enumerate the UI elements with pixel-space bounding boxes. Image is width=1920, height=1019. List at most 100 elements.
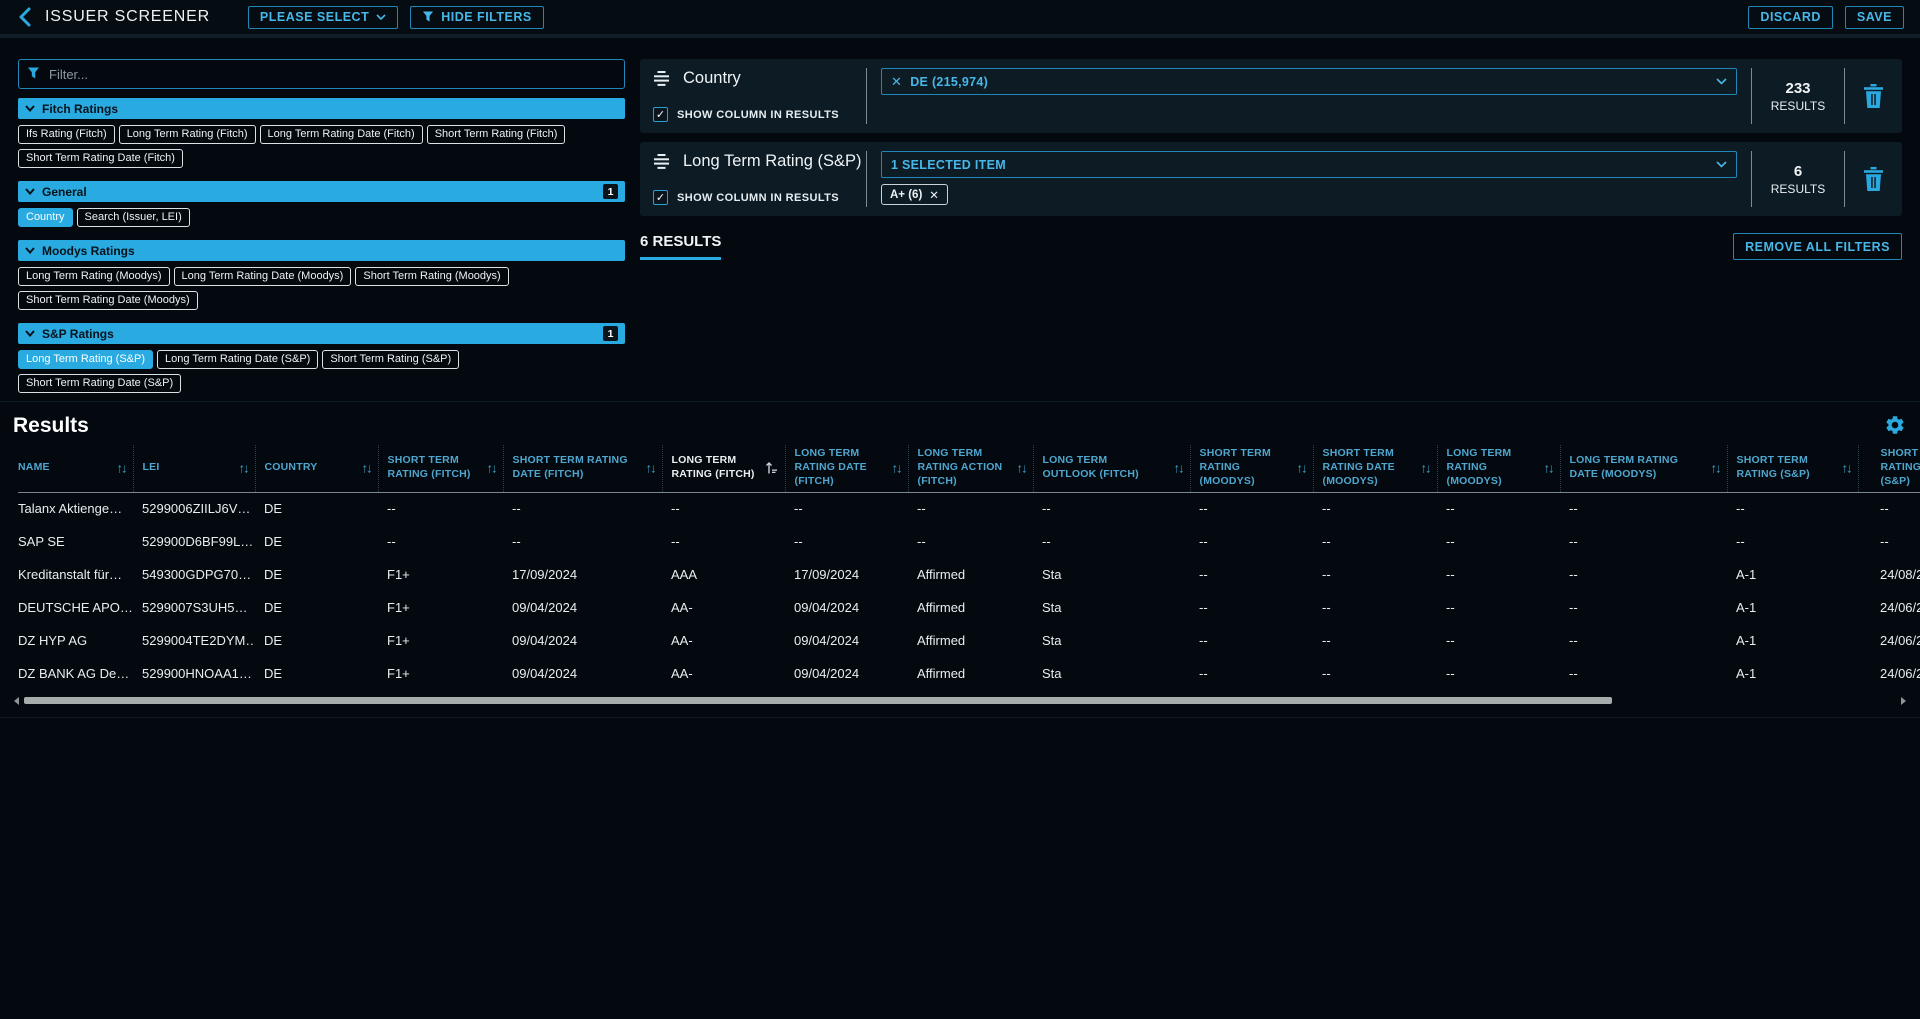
table-row[interactable]: DZ BANK AG De…529900HNOAA1…DEF1+09/04/20… <box>18 657 1920 690</box>
show-column-toggle[interactable]: ✓ SHOW COLUMN IN RESULTS <box>653 190 866 205</box>
cell: -- <box>1190 558 1313 591</box>
sort-ascending-icon[interactable] <box>765 462 778 475</box>
column-header[interactable]: LONG TERM RATING (MOODYS)↑↓ <box>1437 445 1560 492</box>
scrollbar-handle[interactable] <box>24 697 1612 704</box>
column-header[interactable]: SHORT TERM RATING DATE (S&P) <box>1858 445 1920 492</box>
divider <box>866 151 867 207</box>
column-header[interactable]: LONG TERM OUTLOOK (FITCH)↑↓ <box>1033 445 1190 492</box>
country-selection-dropdown[interactable]: ✕ DE (215,974) <box>881 68 1737 95</box>
back-button[interactable] <box>16 5 33 29</box>
divider <box>1844 151 1845 207</box>
filter-chip[interactable]: Long Term Rating Date (Moodys) <box>174 267 352 286</box>
section-chips-sp: Long Term Rating (S&P)Long Term Rating D… <box>18 350 625 398</box>
remove-chip-icon[interactable]: ✕ <box>929 188 939 202</box>
results-count-tab[interactable]: 6 RESULTS <box>640 233 721 260</box>
sort-icon[interactable]: ↑↓ <box>117 460 126 477</box>
chevron-down-icon <box>25 330 35 337</box>
show-column-toggle[interactable]: ✓ SHOW COLUMN IN RESULTS <box>653 107 866 122</box>
filter-chip[interactable]: Short Term Rating Date (S&P) <box>18 374 181 393</box>
preset-select-dropdown[interactable]: PLEASE SELECT <box>248 6 398 29</box>
section-header-sp-ratings[interactable]: S&P Ratings 1 <box>18 323 625 344</box>
cell: Sta <box>1033 624 1190 657</box>
table-row[interactable]: Talanx Aktienge…5299006ZIILJ6V…DE-------… <box>18 492 1920 525</box>
filter-chip[interactable]: Short Term Rating (Fitch) <box>427 125 566 144</box>
filter-chip[interactable]: Short Term Rating (Moodys) <box>355 267 508 286</box>
sort-icon[interactable]: ↑↓ <box>1421 460 1430 477</box>
drag-handle-icon[interactable] <box>653 154 670 169</box>
delete-filter-button[interactable] <box>1845 142 1902 216</box>
filter-chip[interactable]: Search (Issuer, LEI) <box>77 208 190 227</box>
checkbox-checked-icon[interactable]: ✓ <box>653 190 668 205</box>
discard-button[interactable]: DISCARD <box>1748 6 1832 29</box>
sort-icon[interactable]: ↑↓ <box>239 460 248 477</box>
filter-chip[interactable]: Short Term Rating Date (Fitch) <box>18 149 183 168</box>
column-header[interactable]: SHORT TERM RATING DATE (FITCH)↑↓ <box>503 445 662 492</box>
sort-icon[interactable]: ↑↓ <box>1017 460 1026 477</box>
save-button[interactable]: SAVE <box>1845 6 1904 29</box>
sort-icon[interactable]: ↑↓ <box>892 460 901 477</box>
selected-value-chip[interactable]: A+ (6) ✕ <box>881 184 948 205</box>
chevron-down-icon <box>376 14 386 20</box>
filter-chip[interactable]: Short Term Rating Date (Moodys) <box>18 291 198 310</box>
sort-icon[interactable]: ↑↓ <box>487 460 496 477</box>
horizontal-scrollbar[interactable] <box>14 696 1906 705</box>
drag-handle-icon[interactable] <box>653 71 670 86</box>
table-row[interactable]: DEUTSCHE APO…5299007S3UH5…DEF1+09/04/202… <box>18 591 1920 624</box>
cell: -- <box>1437 591 1560 624</box>
column-header-lei[interactable]: LEI↑↓ <box>133 445 255 492</box>
cell: -- <box>1190 624 1313 657</box>
column-header[interactable]: LONG TERM RATING DATE (FITCH)↑↓ <box>785 445 908 492</box>
sort-icon[interactable]: ↑↓ <box>1711 460 1720 477</box>
remove-selection-icon[interactable]: ✕ <box>891 75 902 88</box>
table-row[interactable]: SAP SE529900D6BF99L…DE------------------… <box>18 525 1920 558</box>
column-header-name[interactable]: NAME↑↓ <box>18 445 133 492</box>
filter-chip[interactable]: Long Term Rating (Fitch) <box>119 125 256 144</box>
section-header-fitch-ratings[interactable]: Fitch Ratings <box>18 98 625 119</box>
column-header[interactable]: SHORT TERM RATING (MOODYS)↑↓ <box>1190 445 1313 492</box>
table-row[interactable]: DZ HYP AG5299004TE2DYM…DEF1+09/04/2024AA… <box>18 624 1920 657</box>
filter-chip[interactable]: Long Term Rating Date (Fitch) <box>260 125 423 144</box>
table-settings-button[interactable] <box>1884 414 1906 436</box>
filter-chip-active[interactable]: Country <box>18 208 73 227</box>
column-header-country[interactable]: COUNTRY↑↓ <box>255 445 378 492</box>
cell: A-1 <box>1727 657 1858 690</box>
scroll-right-arrow-icon[interactable] <box>1901 697 1906 705</box>
sort-icon[interactable]: ↑↓ <box>1842 460 1851 477</box>
column-header[interactable]: SHORT TERM RATING (S&P)↑↓ <box>1727 445 1858 492</box>
cell-name: Talanx Aktienge… <box>18 492 133 525</box>
section-header-general[interactable]: General 1 <box>18 181 625 202</box>
sort-icon[interactable]: ↑↓ <box>646 460 655 477</box>
column-header[interactable]: LONG TERM RATING DATE (MOODYS)↑↓ <box>1560 445 1727 492</box>
remove-all-filters-button[interactable]: REMOVE ALL FILTERS <box>1733 233 1902 260</box>
hide-filters-button[interactable]: HIDE FILTERS <box>410 6 544 29</box>
sort-icon[interactable]: ↑↓ <box>1174 460 1183 477</box>
delete-filter-button[interactable] <box>1845 59 1902 133</box>
column-header[interactable]: SHORT TERM RATING DATE (MOODYS)↑↓ <box>1313 445 1437 492</box>
section-header-moodys-ratings[interactable]: Moodys Ratings <box>18 240 625 261</box>
filter-chip[interactable]: Long Term Rating (Moodys) <box>18 267 170 286</box>
scroll-left-arrow-icon[interactable] <box>14 697 19 705</box>
filter-chip[interactable]: Short Term Rating (S&P) <box>322 350 459 369</box>
filter-chip-active[interactable]: Long Term Rating (S&P) <box>18 350 153 369</box>
sort-icon[interactable]: ↑↓ <box>1544 460 1553 477</box>
results-table: NAME↑↓ LEI↑↓ COUNTRY↑↓ SHORT TERM RATING… <box>0 445 1920 690</box>
column-header[interactable]: SHORT TERM RATING (FITCH)↑↓ <box>378 445 503 492</box>
sort-icon[interactable]: ↑↓ <box>1297 460 1306 477</box>
filter-result-count: 233 <box>1785 80 1810 97</box>
filter-chip[interactable]: Ifs Rating (Fitch) <box>18 125 115 144</box>
active-filter-count-badge: 1 <box>603 184 618 199</box>
sidebar-filter-input[interactable] <box>18 59 625 89</box>
column-header[interactable]: LONG TERM RATING ACTION (FITCH)↑↓ <box>908 445 1033 492</box>
cell-name: SAP SE <box>18 525 133 558</box>
column-header-sorted[interactable]: LONG TERM RATING (FITCH) <box>662 445 785 492</box>
filter-chip[interactable]: Long Term Rating Date (S&P) <box>157 350 318 369</box>
table-row[interactable]: Kreditanstalt für…549300GDPG70…DEF1+17/0… <box>18 558 1920 591</box>
sort-icon[interactable]: ↑↓ <box>362 460 371 477</box>
checkbox-checked-icon[interactable]: ✓ <box>653 107 668 122</box>
cell: -- <box>1437 525 1560 558</box>
cell: DE <box>255 492 378 525</box>
cell: -- <box>908 492 1033 525</box>
filter-card-title: Long Term Rating (S&P) <box>683 152 862 171</box>
rating-selection-dropdown[interactable]: 1 SELECTED ITEM <box>881 151 1737 178</box>
cell: -- <box>503 492 662 525</box>
